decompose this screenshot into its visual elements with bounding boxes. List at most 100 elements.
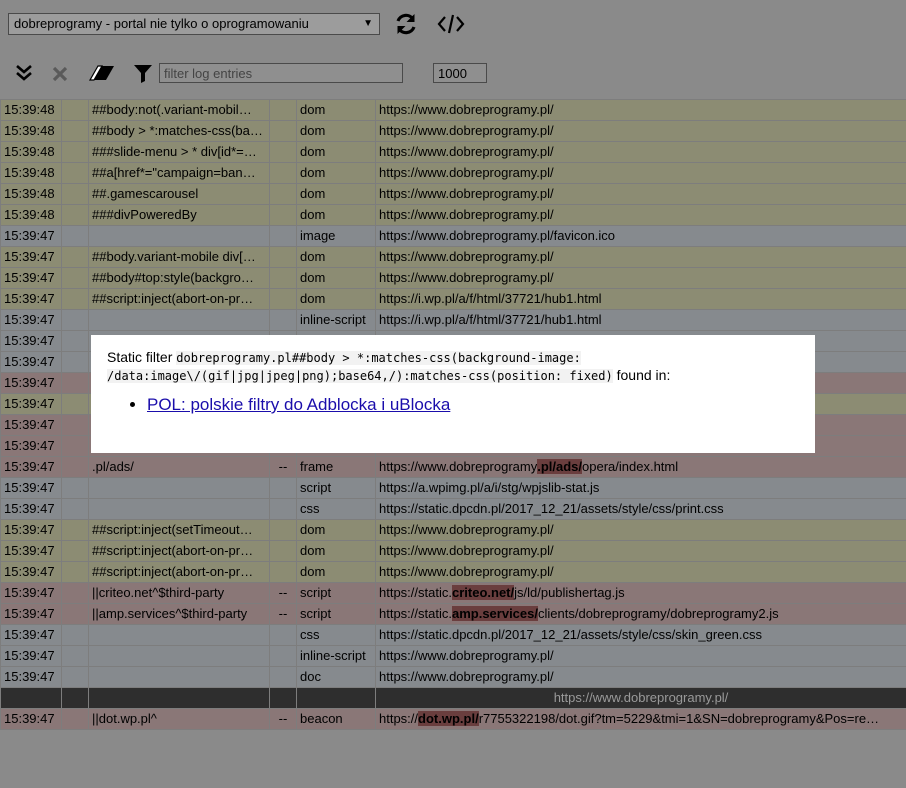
log-row[interactable]: 15:39:48 ##a[href*="campaign=ban… dom https… xyxy=(0,162,906,184)
log-time: 15:39:47 xyxy=(0,288,62,310)
log-flag xyxy=(269,309,297,331)
url-prefix: https:// xyxy=(379,711,419,726)
log-url: https://www.dobreprogramy.pl/ xyxy=(375,267,906,289)
log-filter xyxy=(88,687,270,709)
log-url: https://i.wp.pl/a/f/html/37721/hub1.html xyxy=(375,288,906,310)
log-row[interactable]: 15:39:48 ##body > *:matches-css(ba… dom htt… xyxy=(0,120,906,142)
log-url: https://www.dobreprogramy.pl/ xyxy=(375,666,906,688)
log-row[interactable]: 15:39:47 image https://www.dobreprogramy.p… xyxy=(0,225,906,247)
log-row[interactable]: 15:39:47 ##body.variant-mobile div[… dom ht… xyxy=(0,246,906,268)
log-time: 15:39:47 xyxy=(0,414,62,436)
log-blank xyxy=(61,225,89,247)
log-blank xyxy=(61,204,89,226)
log-row[interactable]: 15:39:47 .pl/ads/-- frame https://www.dobre… xyxy=(0,456,906,478)
log-blank xyxy=(61,393,89,415)
url-suffix: js/ld/publishertag.js xyxy=(514,585,625,600)
log-row[interactable]: 15:39:47 script https://a.wpimg.pl/a/i/stg… xyxy=(0,477,906,499)
log-row[interactable]: 15:39:47 css https://static.dpcdn.pl/2017_… xyxy=(0,498,906,520)
log-row[interactable]: 15:39:47 ||dot.wp.pl^ -- beacon https://dot.… xyxy=(0,708,906,730)
log-time xyxy=(0,687,62,709)
log-row[interactable]: 15:39:47 inline-script https://i.wp.pl/a/f… xyxy=(0,309,906,331)
log-row[interactable]: 15:39:47 ##script:inject(abort-on-pr… dom h… xyxy=(0,540,906,562)
log-blank xyxy=(61,330,89,352)
filter-lists: POL: polskie filtry do Adblocka i uBlock… xyxy=(107,395,799,415)
log-url: https://static.criteo.net/js/ld/publishe… xyxy=(375,582,906,604)
log-time: 15:39:47 xyxy=(0,435,62,457)
log-row[interactable]: 15:39:47 ##script:inject(abort-on-pr… dom h… xyxy=(0,561,906,583)
log-time: 15:39:47 xyxy=(0,267,62,289)
log-flag xyxy=(269,645,297,667)
log-blank xyxy=(61,708,89,730)
reload-icon[interactable] xyxy=(393,11,419,40)
url-match-highlight: amp.services/ xyxy=(451,606,538,621)
log-row[interactable]: 15:39:47 css https://static.dpcdn.pl/2017_… xyxy=(0,624,906,646)
log-blank xyxy=(61,309,89,331)
log-row[interactable]: 15:39:47 doc https://www.dobreprogramy.pl/ xyxy=(0,666,906,688)
log-row[interactable]: 15:39:47 inline-script https://www.dobrepr… xyxy=(0,645,906,667)
log-row[interactable]: https://www.dobreprogramy.pl/ xyxy=(0,687,906,709)
log-flag: -- xyxy=(269,603,297,625)
log-flag xyxy=(269,687,297,709)
max-entries-input[interactable] xyxy=(433,63,487,83)
log-time: 15:39:47 xyxy=(0,603,62,625)
log-row[interactable]: 15:39:47 ||amp.services^$third-party -- scr… xyxy=(0,603,906,625)
log-filter: ||amp.services^$third-party xyxy=(88,603,270,625)
log-time: 15:39:47 xyxy=(0,540,62,562)
log-url: https://www.dobreprogramy.pl/ xyxy=(375,162,906,184)
log-time: 15:39:47 xyxy=(0,624,62,646)
log-flag xyxy=(269,204,297,226)
filter-list-item: POL: polskie filtry do Adblocka i uBlock… xyxy=(147,395,799,415)
close-icon[interactable] xyxy=(51,65,69,86)
log-row[interactable]: 15:39:48 ###divPoweredBy dom https://www.do… xyxy=(0,204,906,226)
url-match-highlight: dot.wp.pl/ xyxy=(418,711,479,726)
log-type: doc xyxy=(296,666,376,688)
log-flag xyxy=(269,225,297,247)
log-row[interactable]: 15:39:48 ###slide-menu > * div[id*=… dom ht… xyxy=(0,141,906,163)
log-filter: ##script:inject(setTimeout… xyxy=(88,519,270,541)
log-type: dom xyxy=(296,183,376,205)
log-type: dom xyxy=(296,204,376,226)
log-url: https://www.dobreprogramy.pl/ xyxy=(375,120,906,142)
popup-prefix: Static filter xyxy=(107,349,173,365)
log-type: script xyxy=(296,582,376,604)
log-blank xyxy=(61,624,89,646)
filter-list-link[interactable]: POL: polskie filtry do Adblocka i uBlock… xyxy=(147,395,450,414)
log-filter xyxy=(88,498,270,520)
log-blank xyxy=(61,99,89,121)
log-row[interactable]: 15:39:48 ##.gamescarousel dom https://www.d… xyxy=(0,183,906,205)
log-filter: ##body > *:matches-css(ba… xyxy=(88,120,270,142)
log-time: 15:39:48 xyxy=(0,141,62,163)
log-type: css xyxy=(296,624,376,646)
log-url: https://static.dpcdn.pl/2017_12_21/asset… xyxy=(375,624,906,646)
log-row[interactable]: 15:39:47 ##body#top:style(backgro… dom http… xyxy=(0,267,906,289)
log-row[interactable]: 15:39:47 ##script:inject(abort-on-pr… dom h… xyxy=(0,288,906,310)
log-type: script xyxy=(296,603,376,625)
log-row[interactable]: 15:39:47 ||criteo.net^$third-party -- scrip… xyxy=(0,582,906,604)
log-row[interactable]: 15:39:47 ##script:inject(setTimeout… dom ht… xyxy=(0,519,906,541)
log-time: 15:39:47 xyxy=(0,498,62,520)
log-filter: ##script:inject(abort-on-pr… xyxy=(88,540,270,562)
double-chevron-down-icon[interactable] xyxy=(15,64,33,85)
tab-selector[interactable]: dobreprogramy - portal nie tylko o oprog… xyxy=(8,13,380,35)
log-blank xyxy=(61,456,89,478)
filter-icon[interactable] xyxy=(133,64,153,86)
log-blank xyxy=(61,645,89,667)
log-time: 15:39:47 xyxy=(0,666,62,688)
log-row[interactable]: 15:39:48 ##body:not(.variant-mobil… dom htt… xyxy=(0,99,906,121)
log-blank xyxy=(61,477,89,499)
popup-filter-code: dobreprogramy.pl##body > *:matches-css(b… xyxy=(107,351,613,383)
log-url: https://www.dobreprogramy.pl/ xyxy=(375,246,906,268)
log-url: https://dot.wp.pl/r7755322198/dot.gif?tm… xyxy=(375,708,906,730)
log-flag xyxy=(269,477,297,499)
log-blank xyxy=(61,162,89,184)
url-match-highlight: criteo.net/ xyxy=(451,585,515,600)
log-blank xyxy=(61,288,89,310)
url-suffix: clients/dobreprogramy/dobreprogramy2.js xyxy=(538,606,779,621)
filter-log-input[interactable] xyxy=(159,63,403,83)
log-filter: .pl/ads/ xyxy=(88,456,270,478)
code-icon[interactable] xyxy=(437,12,465,39)
log-time: 15:39:47 xyxy=(0,309,62,331)
log-flag xyxy=(269,540,297,562)
log-type: inline-script xyxy=(296,309,376,331)
eraser-icon[interactable] xyxy=(88,64,116,85)
